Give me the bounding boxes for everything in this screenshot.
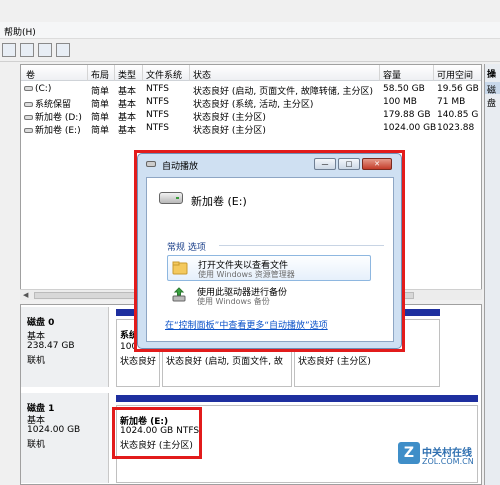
table-row[interactable]: (C:) 简单 基本 NTFS 状态良好 (启动, 页面文件, 故障转储, 主分… [21, 83, 481, 97]
column-header-type[interactable]: 类型 [118, 68, 136, 81]
table-row[interactable]: 新加卷 (E:) 简单 基本 NTFS 状态良好 (主分区) 1024.00 G… [21, 122, 481, 136]
disk-0-label[interactable]: 磁盘 0 基本 238.47 GB 联机 [21, 307, 109, 387]
refresh-icon[interactable] [2, 43, 16, 57]
highlight-box-partition [112, 407, 202, 459]
close-button[interactable]: ✕ [362, 158, 392, 170]
toolbar [0, 40, 500, 62]
drive-icon [159, 192, 183, 204]
backup-icon [172, 287, 186, 302]
autoplay-dialog: 自动播放 — □ ✕ 新加卷 (E:) 常规 选项 打开文件夹以查看文件 使用 … [137, 153, 402, 349]
minimize-button[interactable]: — [314, 158, 336, 170]
dialog-drive-name: 新加卷 (E:) [191, 195, 247, 208]
volume-list-header: 卷 布局 类型 文件系统 状态 容量 可用空间 [21, 65, 481, 81]
drive-icon [24, 115, 33, 120]
column-header-free-space[interactable]: 可用空间 [437, 68, 473, 81]
disk-size: 238.47 GB [27, 341, 75, 351]
table-row[interactable]: 系统保留 简单 基本 NTFS 状态良好 (系统, 活动, 主分区) 100 M… [21, 96, 481, 110]
column-header-status[interactable]: 状态 [193, 68, 211, 81]
control-panel-link[interactable]: 在“控制面板”中查看更多“自动播放”选项 [165, 318, 328, 331]
option-open-folder[interactable]: 打开文件夹以查看文件 使用 Windows 资源管理器 [167, 255, 371, 281]
drive-icon [146, 161, 156, 167]
dialog-title: 自动播放 [162, 162, 199, 172]
section-title: 常规 选项 [167, 243, 206, 253]
disk-1-label[interactable]: 磁盘 1 基本 1024.00 GB 联机 [21, 393, 109, 483]
drive-icon [24, 102, 33, 107]
column-header-volume[interactable]: 卷 [26, 68, 35, 81]
column-header-filesystem[interactable]: 文件系统 [146, 68, 182, 81]
menu-help[interactable]: 帮助(H) [4, 25, 36, 38]
view-icon[interactable] [56, 43, 70, 57]
dialog-body: 新加卷 (E:) 常规 选项 打开文件夹以查看文件 使用 Windows 资源管… [146, 177, 394, 342]
watermark-logo: Z 中关村在线 ZOL.COM.CN [398, 442, 498, 482]
disk-state: 联机 [27, 356, 46, 366]
properties-icon[interactable] [20, 43, 34, 57]
actions-pane-item[interactable]: 磁盘 [485, 82, 500, 109]
drive-icon [24, 86, 33, 91]
maximize-button[interactable]: □ [338, 158, 360, 170]
zol-logo-icon: Z [398, 442, 420, 464]
column-header-layout[interactable]: 布局 [91, 68, 109, 81]
option-backup[interactable]: 使用此驱动器进行备份 使用 Windows 备份 [167, 283, 371, 309]
column-header-capacity[interactable]: 容量 [383, 68, 401, 81]
folder-icon [172, 261, 188, 275]
disk-size: 1024.00 GB [27, 425, 81, 435]
table-row[interactable]: 新加卷 (D:) 简单 基本 NTFS 状态良好 (主分区) 179.88 GB… [21, 109, 481, 123]
disk-state: 联机 [27, 440, 46, 450]
drive-icon [24, 128, 33, 133]
scroll-left-icon[interactable]: ◀ [23, 291, 28, 299]
help-icon[interactable] [38, 43, 52, 57]
actions-pane: 操作 磁盘 [484, 64, 500, 485]
disk-name: 磁盘 0 [27, 318, 55, 328]
menu-bar: 帮助(H) [0, 22, 500, 39]
